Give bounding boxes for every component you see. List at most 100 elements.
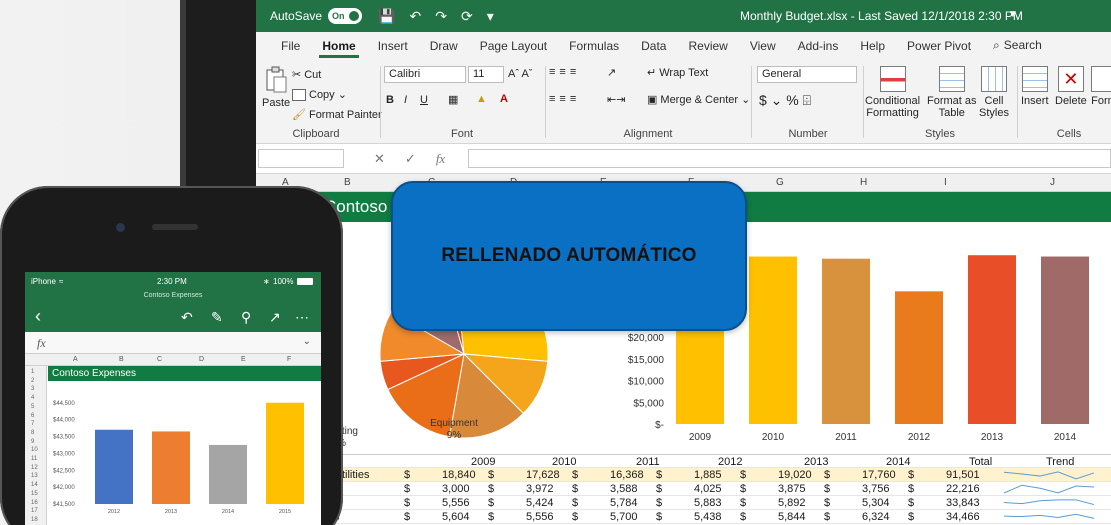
customize-dropdown-icon[interactable]: ▾: [487, 8, 494, 25]
phone-bar-chart: $44,500 $44,000 $43,500 $43,000 $42,500 $42,0…: [53, 401, 304, 515]
phone-row-header: 15: [31, 490, 38, 497]
y-tick-label: $20,000: [628, 333, 665, 344]
currency-symbol: $: [824, 483, 831, 495]
format-as-table-button[interactable]: Format as Table: [927, 66, 977, 119]
save-icon[interactable]: 💾: [378, 8, 395, 25]
battery-label: 100%: [273, 277, 294, 286]
formula-bar: ✕ ✓ fx: [256, 144, 1111, 174]
cancel-icon[interactable]: ✕: [374, 151, 385, 167]
table-cell: 3,875: [778, 483, 806, 495]
fx-icon[interactable]: fx: [436, 151, 445, 167]
table-cell: 5,304: [862, 497, 890, 509]
undo-icon[interactable]: ↶: [181, 309, 193, 326]
phone-y-tick-label: $44,500: [53, 401, 75, 407]
grow-font-icon[interactable]: Aˆ Aˇ: [508, 68, 532, 80]
tab-view[interactable]: View: [739, 39, 787, 60]
refresh-icon[interactable]: ⟳: [461, 8, 473, 25]
table-cell: 3,972: [526, 483, 554, 495]
number-format-select[interactable]: General: [757, 66, 857, 83]
font-color-icon[interactable]: A: [500, 93, 508, 105]
tab-add-ins[interactable]: Add-ins: [787, 39, 850, 60]
delete-cells-button[interactable]: ✕ Delete: [1055, 66, 1087, 107]
table-cell: 91,501: [946, 469, 980, 481]
tab-file[interactable]: File: [270, 39, 311, 60]
title-dropdown-icon[interactable]: ▼: [1008, 9, 1018, 20]
table-cell: 3,000: [442, 483, 470, 495]
conditional-formatting-button[interactable]: Conditional Formatting: [865, 66, 920, 119]
autosave-toggle[interactable]: On: [328, 8, 363, 24]
tab-draw[interactable]: Draw: [419, 39, 469, 60]
tab-page-layout[interactable]: Page Layout: [469, 39, 558, 60]
phone-x-tick-label: 2015: [279, 509, 291, 515]
cell-styles-button[interactable]: Cell Styles: [979, 66, 1009, 119]
table-cell: 17,760: [862, 469, 896, 481]
italic-icon[interactable]: I: [404, 94, 407, 106]
bold-icon[interactable]: B: [386, 94, 394, 106]
styles-label: Styles: [925, 128, 955, 140]
phone-row-header: 9: [31, 438, 35, 445]
font-name-select[interactable]: Calibri: [384, 66, 466, 83]
tell-me-search[interactable]: ⌕ Search: [982, 38, 1053, 60]
orientation-icon[interactable]: ↗: [607, 66, 616, 79]
phone-sheet-title: Contoso Expenses: [48, 366, 321, 381]
phone-file-title: Contoso Expenses: [25, 292, 321, 306]
redo-icon[interactable]: ↷: [435, 8, 447, 25]
tab-review[interactable]: Review: [677, 39, 738, 60]
phone-status-bar: iPhone ≈ 2:30 PM ∗ 100%: [25, 272, 321, 292]
number-format-icons[interactable]: $ ⌄ % ⌹: [759, 92, 811, 109]
borders-icon[interactable]: ▦: [448, 93, 458, 106]
back-icon[interactable]: ‹: [35, 306, 41, 327]
table-header-cell: 2014: [886, 456, 911, 468]
wrap-text-button[interactable]: ↵ Wrap Text: [647, 66, 708, 80]
table-cell: 1,885: [694, 469, 722, 481]
merge-center-button[interactable]: ▣ Merge & Center ⌄: [647, 93, 750, 107]
chevron-down-icon[interactable]: ⌄: [303, 336, 311, 347]
name-box[interactable]: [258, 149, 344, 168]
copy-button[interactable]: Copy ⌄: [292, 88, 347, 101]
insert-cells-button[interactable]: Insert: [1021, 66, 1049, 107]
banner-text: RELLENADO AUTOMÁTICO: [441, 245, 697, 266]
tab-home[interactable]: Home: [311, 39, 366, 60]
screenshot-stage: AutoSave On 💾 ↶ ↷ ⟳ ▾ Monthly Budget.xls…: [0, 0, 1111, 525]
table-row: Utilities $18,840 $17,628 $16,368 $1,885 $19,…: [256, 468, 1111, 482]
horizontal-align-icons[interactable]: ≡≡≡: [549, 93, 580, 105]
vertical-align-icons[interactable]: ≡≡≡: [549, 66, 580, 78]
tab-help[interactable]: Help: [849, 39, 896, 60]
tab-data[interactable]: Data: [630, 39, 677, 60]
table-cell: 5,424: [526, 497, 554, 509]
enter-icon[interactable]: ✓: [405, 151, 416, 167]
x-tick-label: 2013: [981, 432, 1004, 443]
battery-icon: [297, 278, 313, 285]
cut-button[interactable]: ✂ Cut: [292, 68, 321, 82]
pie-percent: 9%: [447, 430, 462, 441]
format-painter-button[interactable]: 🖌 Format Painter: [292, 108, 382, 122]
phone-row-header: 8: [31, 429, 35, 436]
cells-label: Cells: [1056, 128, 1082, 140]
share-icon[interactable]: ↗: [269, 309, 281, 326]
phone-row-header: 14: [31, 482, 38, 489]
table-header-cell: 2012: [718, 456, 743, 468]
search-icon[interactable]: ⚲: [241, 309, 251, 326]
phone-formula-bar[interactable]: fx ⌄: [25, 332, 321, 354]
pen-icon[interactable]: ✎: [211, 309, 223, 326]
phone-column-header: D: [199, 356, 205, 363]
currency-symbol: $: [908, 511, 915, 523]
more-icon[interactable]: ⋯: [295, 309, 309, 326]
tab-power-pivot[interactable]: Power Pivot: [896, 39, 982, 60]
formula-input[interactable]: [468, 149, 1111, 168]
autosave-control[interactable]: AutoSave On: [270, 8, 363, 24]
phone-y-tick-label: $41,500: [53, 502, 75, 508]
scissors-icon: ✂: [292, 69, 302, 81]
undo-icon[interactable]: ↶: [409, 8, 421, 25]
cells-group: Insert ✕ Delete Form Cells: [1019, 60, 1111, 144]
underline-icon[interactable]: U: [420, 94, 428, 106]
phone-row-headers: 1 2 3 4 5 6 7 8 9 10 11 12 13 14 15 16 17 18: [25, 366, 47, 525]
paste-button[interactable]: Paste: [262, 66, 290, 109]
tab-formulas[interactable]: Formulas: [558, 39, 630, 60]
fill-color-icon[interactable]: ▲: [476, 93, 487, 105]
tab-insert[interactable]: Insert: [367, 39, 419, 60]
table-header-cell: Trend: [1046, 456, 1075, 468]
format-cells-button[interactable]: Form: [1091, 66, 1111, 107]
indent-icons[interactable]: ⇤⇥: [607, 93, 625, 106]
font-size-select[interactable]: 11: [468, 66, 504, 83]
